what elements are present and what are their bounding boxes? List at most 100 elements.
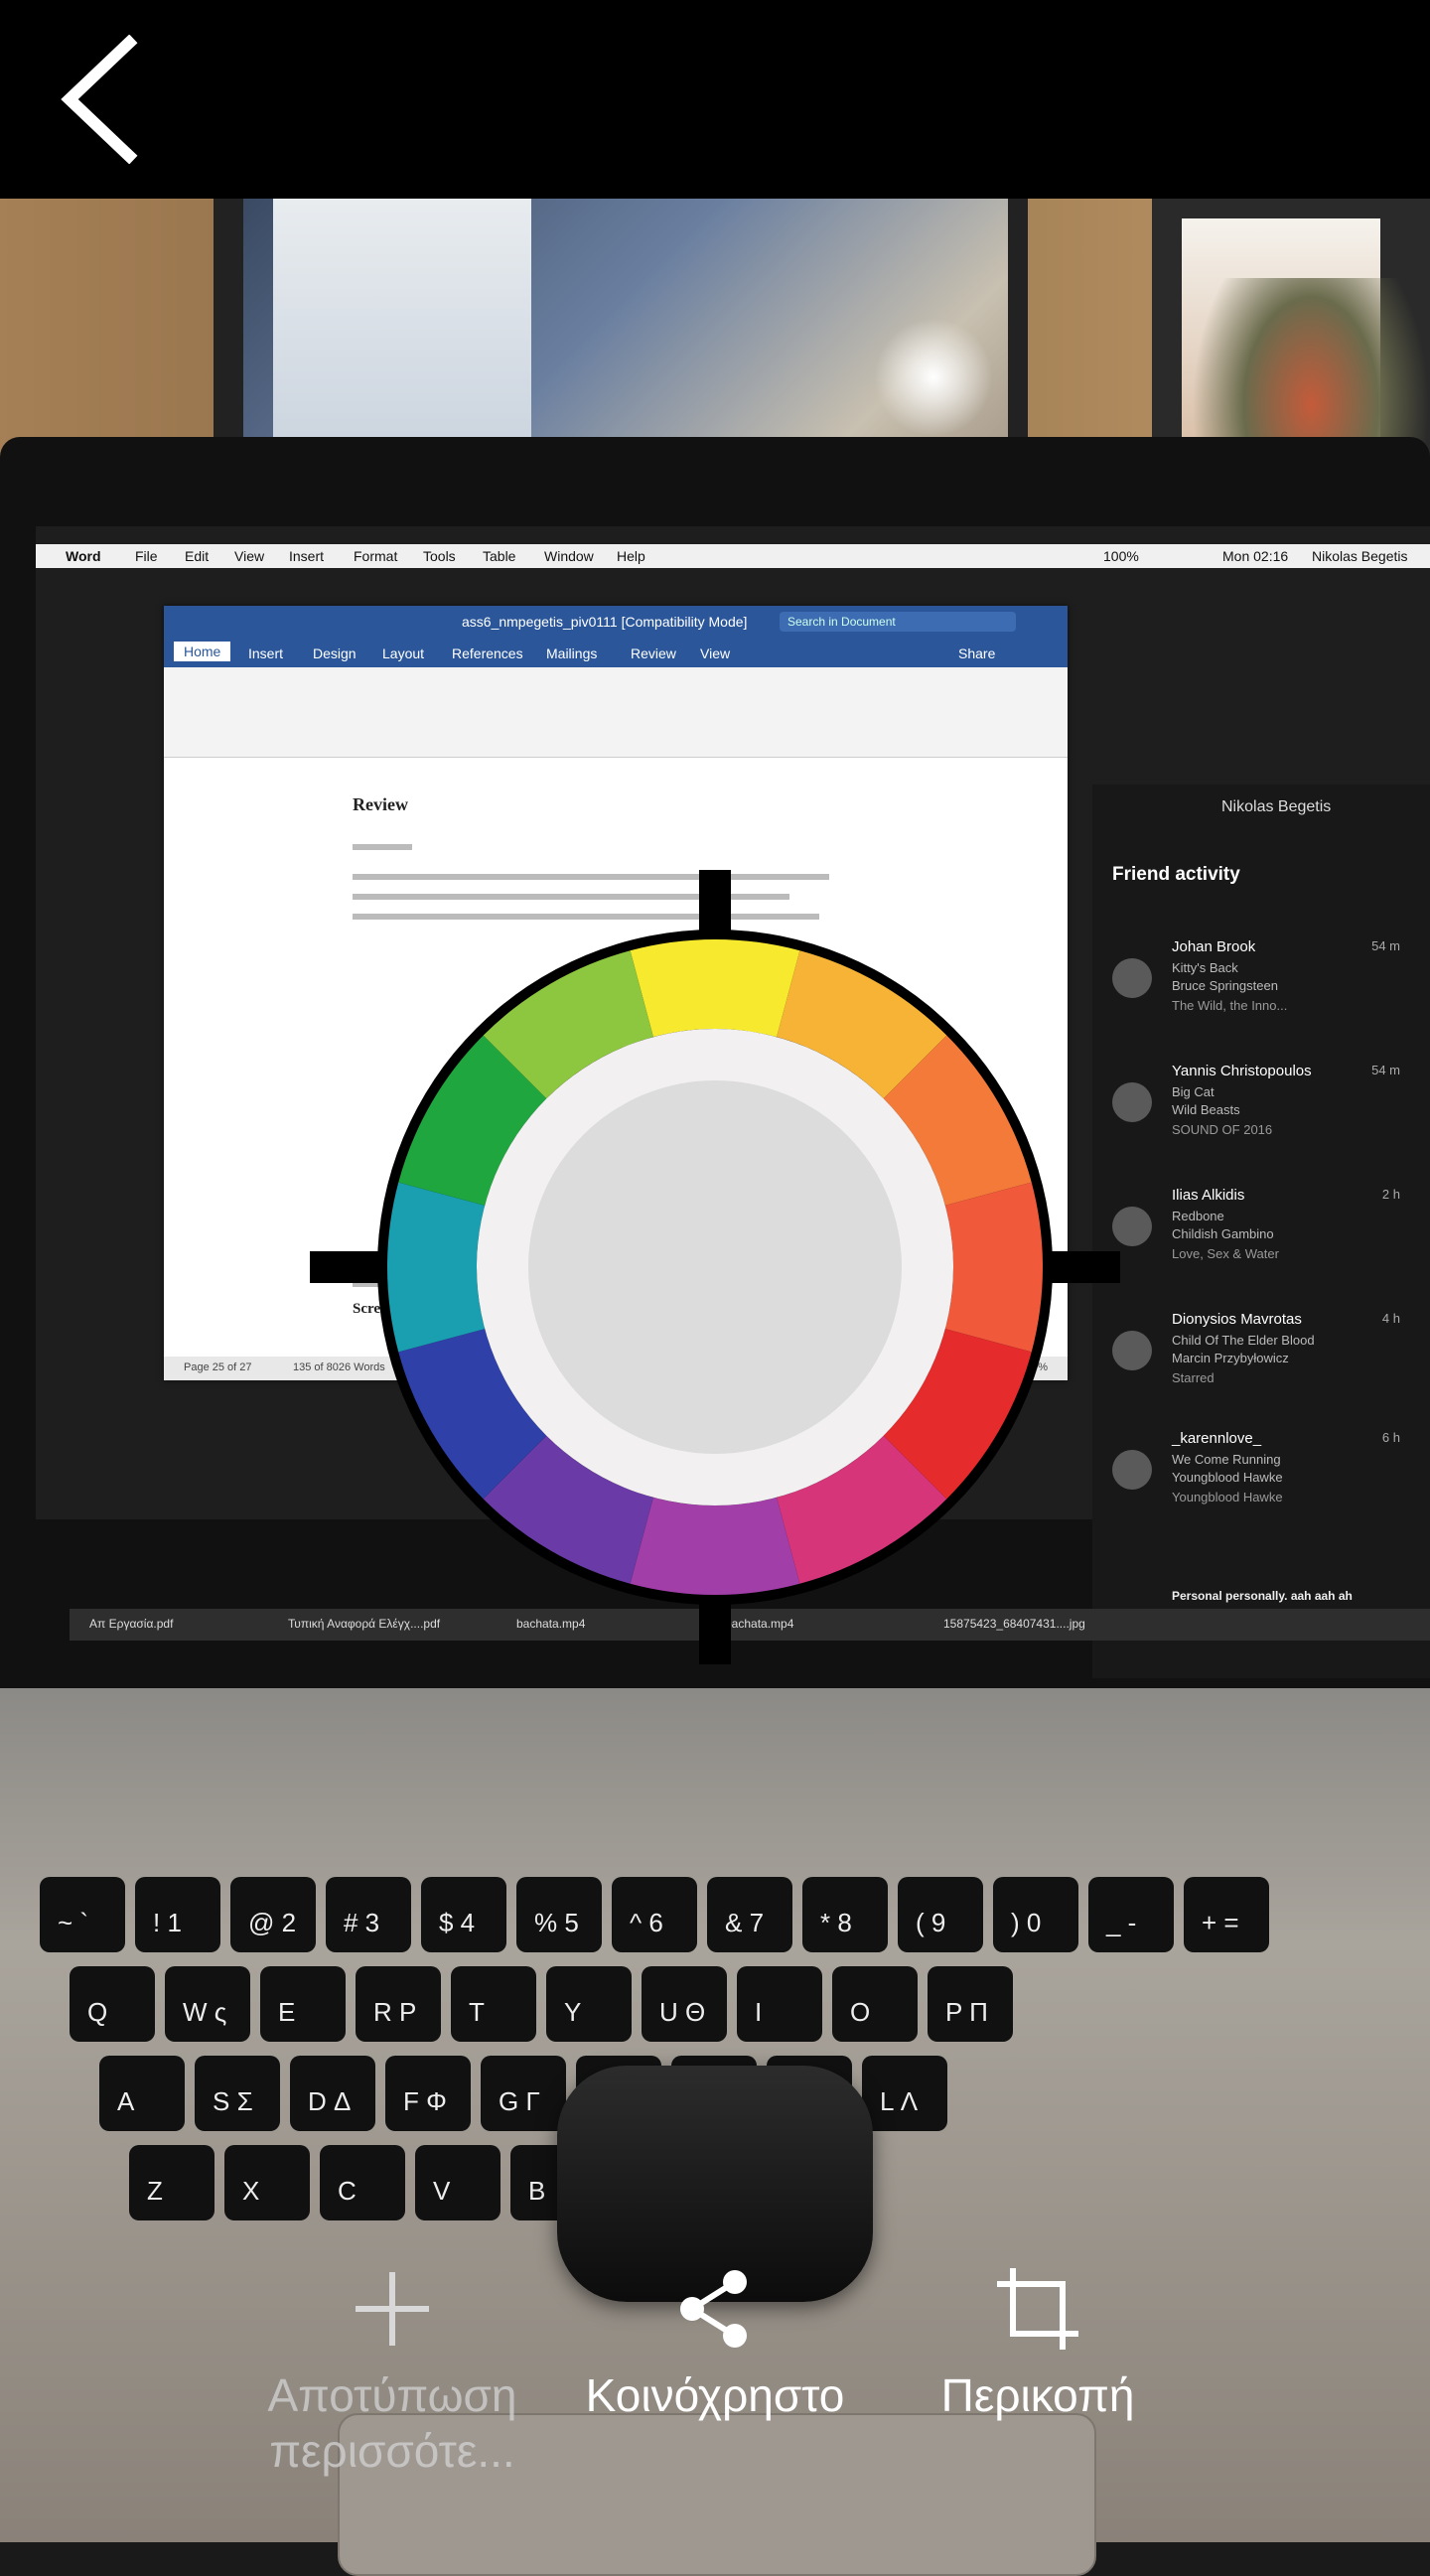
friend-name: Yannis Christopoulos — [1172, 1063, 1312, 1079]
keyboard-key: ! 1 — [135, 1877, 220, 1952]
color-wheel[interactable] — [310, 870, 1120, 1664]
friend-time: 54 m — [1371, 1063, 1400, 1077]
keyboard-key: ~ ` — [40, 1877, 125, 1952]
keyboard-key: F Φ — [385, 2056, 471, 2131]
document-search[interactable]: Search in Document — [780, 612, 1016, 632]
friend-name: Dionysios Mavrotas — [1172, 1311, 1302, 1328]
menubar-item-view: View — [234, 548, 265, 564]
menubar-item-file: File — [135, 548, 158, 564]
keyboard-key: S Σ — [195, 2056, 280, 2131]
crosshair-tick — [699, 1595, 731, 1664]
keyboard-key: I — [737, 1966, 822, 2042]
tab-design[interactable]: Design — [313, 645, 357, 661]
friend-song: Big Cat — [1172, 1084, 1215, 1099]
crosshair-tick — [1051, 1251, 1120, 1283]
friend-artist: Youngblood Hawke — [1172, 1470, 1283, 1485]
tab-mailings[interactable]: Mailings — [546, 645, 597, 661]
tab-view[interactable]: View — [700, 645, 730, 661]
menubar-item-edit: Edit — [185, 548, 210, 564]
friend-song: Kitty's Back — [1172, 960, 1238, 975]
tab-review[interactable]: Review — [631, 645, 676, 661]
friend-item[interactable]: Yannis Christopoulos 54 m Big Cat Wild B… — [1112, 1063, 1430, 1172]
keyboard-key: ( 9 — [898, 1877, 983, 1952]
friend-item[interactable]: Dionysios Mavrotas 4 h Child Of The Elde… — [1112, 1311, 1430, 1420]
tab-insert[interactable]: Insert — [248, 645, 283, 661]
crosshair-tick — [699, 870, 731, 939]
keyboard-key: D Δ — [290, 2056, 375, 2131]
keyboard-key: * 8 — [802, 1877, 888, 1952]
color-wheel-segment[interactable] — [630, 1497, 800, 1595]
download-item[interactable]: Aπ Εργασία.pdf — [89, 1617, 173, 1631]
friend-item[interactable]: Ilias Alkidis 2 h Redbone Childish Gambi… — [1112, 1187, 1430, 1296]
color-wheel-overlay[interactable] — [310, 870, 1120, 1664]
keyboard-key: X — [224, 2145, 310, 2220]
menubar-item-insert: Insert — [289, 548, 325, 564]
color-wheel-segment[interactable] — [387, 1182, 486, 1353]
friend-song: Child Of The Elder Blood — [1172, 1333, 1315, 1348]
friend-time: 2 h — [1381, 1187, 1400, 1202]
tab-layout[interactable]: Layout — [382, 645, 424, 661]
keyboard-key: E — [260, 1966, 346, 2042]
menubar-item-word: Word — [66, 548, 101, 564]
friend-item[interactable]: Johan Brook 54 m Kitty's Back Bruce Spri… — [1112, 938, 1430, 1048]
keyboard-key: G Γ — [481, 2056, 566, 2131]
friend-context: Starred — [1172, 1370, 1215, 1385]
friend-song: Redbone — [1172, 1209, 1224, 1223]
keyboard-key: + = — [1184, 1877, 1269, 1952]
light-glare — [874, 318, 993, 437]
keyboard-key: L Λ — [862, 2056, 947, 2131]
keyboard-key: P Π — [928, 1966, 1013, 2042]
friend-name: Ilias Alkidis — [1172, 1187, 1245, 1204]
friend-song: We Come Running — [1172, 1452, 1281, 1467]
battery-indicator: 100% — [1103, 548, 1139, 564]
menubar-clock: Mon 02:16 — [1222, 548, 1289, 564]
keyboard-key: _ - — [1088, 1877, 1174, 1952]
document-heading: Review — [353, 794, 408, 814]
keyboard-key: O — [832, 1966, 918, 2042]
keyboard-key: C — [320, 2145, 405, 2220]
crop-icon — [997, 2268, 1078, 2350]
capture-more-button[interactable]: Αποτύπωση περισσότε... — [223, 2264, 561, 2479]
share-icon — [680, 2270, 747, 2348]
friend-time: 54 m — [1371, 938, 1400, 953]
back-arrow-icon — [61, 35, 138, 164]
keyboard-key: Y — [546, 1966, 632, 2042]
back-button[interactable] — [30, 30, 169, 169]
keyboard-key: ) 0 — [993, 1877, 1078, 1952]
friend-context: Love, Sex & Water — [1172, 1246, 1279, 1261]
menubar-item-window: Window — [544, 548, 594, 564]
word-ribbon-tabs: Home Insert Design Layout References Mai… — [164, 640, 1068, 667]
friend-artist: Childish Gambino — [1172, 1226, 1274, 1241]
keyboard-key: U Θ — [642, 1966, 727, 2042]
keyboard-key: # 3 — [326, 1877, 411, 1952]
share-label: Κοινόχρηστο — [585, 2369, 845, 2421]
page-count: Page 25 of 27 — [184, 1361, 252, 1373]
keyboard-key: & 7 — [707, 1877, 792, 1952]
wheel-center-sample — [528, 1080, 902, 1454]
share-button[interactable]: Share — [958, 645, 995, 661]
friend-context: SOUND OF 2016 — [1172, 1122, 1273, 1137]
document-title: ass6_nmpegetis_piv0111 [Compatibility Mo… — [462, 614, 748, 630]
friend-artist: Marcin Przybyłowicz — [1172, 1351, 1289, 1365]
plus-icon — [356, 2272, 429, 2346]
tab-home[interactable]: Home — [174, 642, 231, 661]
crop-button[interactable]: Περικοπή — [869, 2264, 1207, 2423]
top-bar — [0, 0, 1430, 199]
tab-references[interactable]: References — [452, 645, 523, 661]
color-wheel-segment[interactable] — [944, 1182, 1043, 1353]
friend-context: Youngblood Hawke — [1172, 1490, 1283, 1504]
word-ribbon — [164, 667, 1068, 758]
friend-context: The Wild, the Inno... — [1172, 998, 1288, 1013]
keyboard-key: ^ 6 — [612, 1877, 697, 1952]
color-wheel-segment[interactable] — [630, 939, 800, 1038]
mac-menubar: Word File Edit View Insert Format Tools … — [36, 544, 1430, 568]
keyboard-key: Z — [129, 2145, 214, 2220]
crop-label: Περικοπή — [940, 2369, 1135, 2421]
crosshair-tick — [310, 1251, 379, 1283]
share-action-button[interactable]: Κοινόχρηστο — [546, 2264, 884, 2423]
keyboard-key: V — [415, 2145, 500, 2220]
keyboard-key: @ 2 — [230, 1877, 316, 1952]
friend-activity-title: Friend activity — [1112, 864, 1240, 885]
friend-item[interactable]: _karennlove_ 6 h We Come Running Youngbl… — [1112, 1430, 1430, 1539]
keyboard-key: A — [99, 2056, 185, 2131]
